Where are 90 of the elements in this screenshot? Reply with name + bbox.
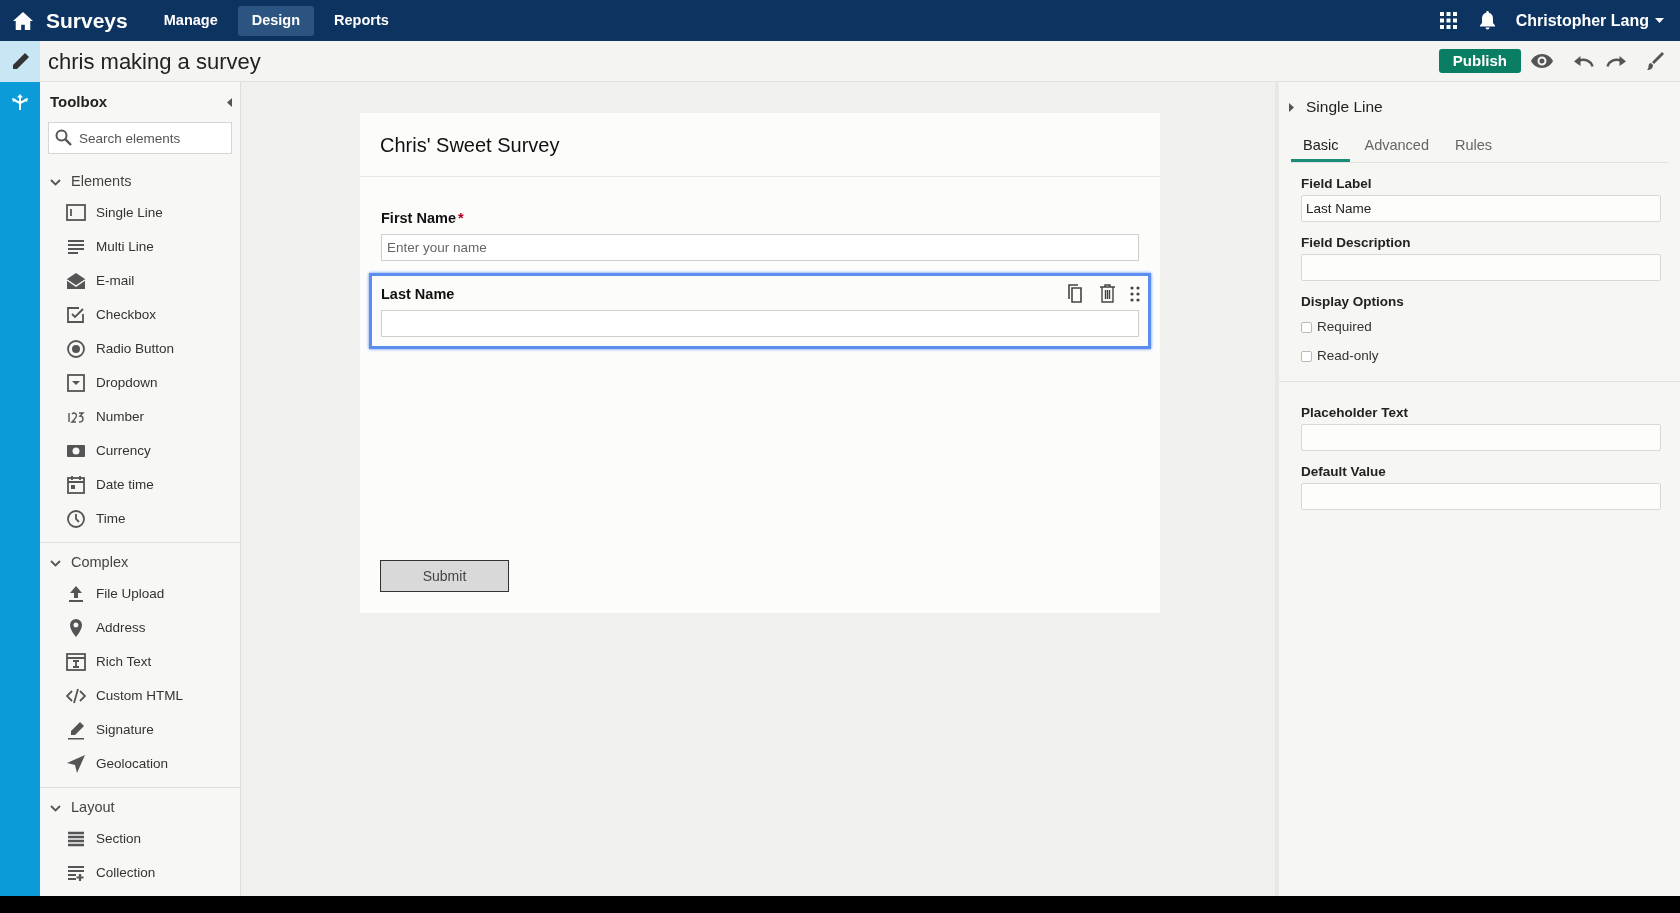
toolbox-item[interactable]: Rich Text — [40, 645, 240, 679]
property-input[interactable]: Last Name — [1301, 195, 1661, 222]
publish-button[interactable]: Publish — [1438, 49, 1521, 73]
collection-icon — [66, 863, 86, 883]
pen-icon — [66, 720, 86, 740]
property-label: Default Value — [1301, 462, 1387, 481]
toolbox-item[interactable]: Radio Button — [40, 332, 240, 366]
toolbox-item[interactable]: Multi Line — [40, 230, 240, 264]
panel-tab[interactable]: Advanced — [1352, 132, 1441, 162]
checkbox-label: Read-only — [1317, 347, 1379, 366]
apps-grid-icon[interactable] — [1439, 12, 1457, 29]
app-title: Surveys — [46, 7, 128, 34]
nav-tab[interactable]: Design — [237, 5, 315, 36]
trash-icon[interactable] — [1099, 284, 1116, 303]
toolbox-item[interactable]: E-mail — [40, 264, 240, 298]
workflow-arrows-icon — [11, 93, 29, 112]
property-label: Placeholder Text — [1301, 403, 1410, 422]
toolbox-item[interactable]: Geolocation — [40, 747, 240, 781]
toolbox-item[interactable]: Collection — [40, 856, 240, 890]
drag-handle-icon[interactable] — [1130, 285, 1140, 302]
chevron-down-icon — [50, 178, 61, 186]
copy-icon[interactable] — [1067, 284, 1085, 303]
brush-icon[interactable] — [1645, 51, 1664, 71]
dropdown-icon — [66, 373, 86, 393]
toolbox-item[interactable]: Date time — [40, 468, 240, 502]
panel-tab[interactable]: Basic — [1291, 132, 1351, 162]
field-label: Last Name — [381, 285, 455, 305]
toolbox-item[interactable]: File Upload — [40, 577, 240, 611]
property-label: Field Description — [1301, 233, 1412, 252]
toolbox-item[interactable]: Section — [40, 822, 240, 856]
toolbox-item[interactable]: Checkbox — [40, 298, 240, 332]
rich-text-icon — [66, 652, 86, 672]
collapse-caret-icon[interactable] — [227, 97, 232, 107]
group-header[interactable]: Elements — [40, 168, 132, 196]
toolbox-item[interactable]: Number — [40, 400, 240, 434]
search-icon — [55, 129, 72, 146]
envelope-icon — [66, 271, 86, 291]
text-input[interactable]: Enter your name — [381, 234, 1139, 261]
toolbox-item[interactable]: Dropdown — [40, 366, 240, 400]
form-field[interactable]: First Name* Enter your name — [369, 197, 1151, 273]
field-label: First Name — [381, 209, 456, 229]
expand-caret-icon[interactable] — [1289, 102, 1294, 112]
preview-eye-icon[interactable] — [1531, 54, 1553, 68]
text-input[interactable] — [381, 310, 1139, 337]
group-header[interactable]: Layout — [40, 794, 115, 822]
bell-icon[interactable] — [1478, 11, 1496, 30]
search-field[interactable]: Search elements — [48, 122, 232, 154]
checkbox-icon — [66, 305, 86, 325]
nav-tab[interactable]: Manage — [149, 5, 232, 36]
checkbox[interactable] — [1301, 322, 1312, 333]
undo-icon[interactable] — [1573, 55, 1594, 67]
location-arrow-icon — [66, 754, 86, 774]
chevron-down-icon — [50, 559, 61, 567]
toolbox-item[interactable]: Custom HTML — [40, 679, 240, 713]
toolbox-item[interactable]: Address — [40, 611, 240, 645]
toolbox-item[interactable]: Currency — [40, 434, 240, 468]
radio-icon — [66, 339, 86, 359]
property-label: Field Label — [1301, 174, 1373, 193]
toolbox-title: Toolbox — [50, 91, 108, 112]
clock-icon — [66, 509, 86, 529]
form-title: Chris' Sweet Survey — [380, 132, 560, 158]
home-icon[interactable] — [12, 10, 34, 31]
calendar-icon — [66, 475, 86, 495]
chevron-down-icon — [50, 804, 61, 812]
upload-arrow-icon — [66, 584, 86, 604]
property-input[interactable] — [1301, 483, 1661, 510]
property-input[interactable] — [1301, 254, 1661, 281]
submit-button[interactable]: Submit — [380, 560, 509, 592]
page-title: chris making a survey — [48, 47, 261, 76]
property-label: Display Options — [1301, 292, 1405, 311]
caret-down-icon — [1655, 18, 1664, 23]
property-input[interactable] — [1301, 424, 1661, 451]
nav-tab[interactable]: Reports — [320, 5, 403, 36]
required-asterisk: * — [457, 209, 464, 229]
toolbox-item[interactable]: Time — [40, 502, 240, 536]
section-icon — [66, 829, 86, 849]
checkbox[interactable] — [1301, 351, 1312, 362]
text-box-icon — [66, 203, 86, 223]
group-header[interactable]: Complex — [40, 549, 129, 577]
form-field[interactable]: Last Name — [369, 273, 1151, 349]
panel-tab[interactable]: Rules — [1442, 132, 1505, 162]
redo-icon[interactable] — [1606, 55, 1627, 67]
toolbox-item[interactable]: Signature — [40, 713, 240, 747]
code-icon — [66, 686, 86, 706]
lines-icon — [66, 237, 86, 257]
user-menu[interactable]: Christopher Lang — [1515, 8, 1664, 33]
pencil-icon — [10, 52, 30, 71]
checkbox-label: Required — [1317, 318, 1372, 337]
toolbox-item[interactable]: Single Line — [40, 196, 240, 230]
panel-title: Single Line — [1306, 97, 1383, 118]
